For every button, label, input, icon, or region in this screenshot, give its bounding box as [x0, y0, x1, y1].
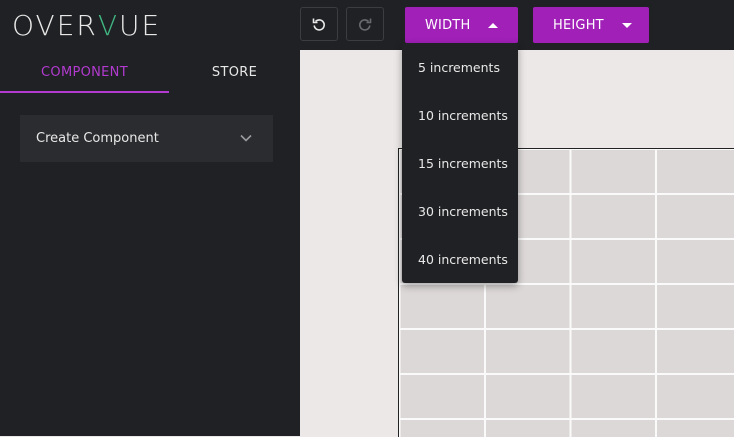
menu-item-label: 40 increments [418, 251, 508, 267]
tab-store-label: STORE [211, 64, 258, 80]
sidebar: COMPONENT STORE Create Component [0, 50, 300, 436]
active-tab-indicator [0, 91, 169, 93]
redo-icon [359, 18, 372, 31]
width-dropdown-button[interactable]: WIDTH [405, 7, 518, 43]
menu-item-5-increments[interactable]: 5 increments [402, 43, 518, 91]
undo-button[interactable] [300, 7, 338, 41]
logo-text-pre: OVER [12, 8, 98, 42]
logo-text-post: UE [119, 8, 162, 42]
tab-component[interactable]: COMPONENT [0, 50, 169, 94]
create-component-panel[interactable]: Create Component [20, 115, 273, 162]
caret-up-icon [488, 22, 499, 28]
menu-item-10-increments[interactable]: 10 increments [402, 91, 518, 139]
menu-item-40-increments[interactable]: 40 increments [402, 235, 518, 283]
caret-down-icon [621, 22, 632, 28]
undo-icon [312, 18, 325, 31]
logo-text-v: V [97, 8, 120, 42]
height-label: HEIGHT [553, 17, 604, 33]
menu-item-30-increments[interactable]: 30 increments [402, 187, 518, 235]
height-dropdown-button[interactable]: HEIGHT [533, 7, 649, 43]
sidebar-tabs: COMPONENT STORE [0, 50, 300, 94]
width-label: WIDTH [425, 17, 471, 33]
chevron-down-icon [240, 134, 252, 142]
create-component-label: Create Component [36, 131, 159, 146]
menu-item-15-increments[interactable]: 15 increments [402, 139, 518, 187]
tab-store[interactable]: STORE [169, 50, 300, 94]
menu-item-label: 30 increments [418, 203, 508, 219]
menu-item-label: 5 increments [418, 59, 500, 75]
overvue-logo: OVER V UE [12, 8, 161, 42]
menu-item-label: 10 increments [418, 107, 508, 123]
tab-component-label: COMPONENT [41, 64, 128, 80]
width-dropdown-menu: 5 increments 10 increments 15 increments… [402, 43, 518, 283]
redo-button[interactable] [346, 7, 384, 41]
menu-item-label: 15 increments [418, 155, 508, 171]
top-bar: OVER V UE WIDTH HEIGHT [0, 0, 734, 50]
